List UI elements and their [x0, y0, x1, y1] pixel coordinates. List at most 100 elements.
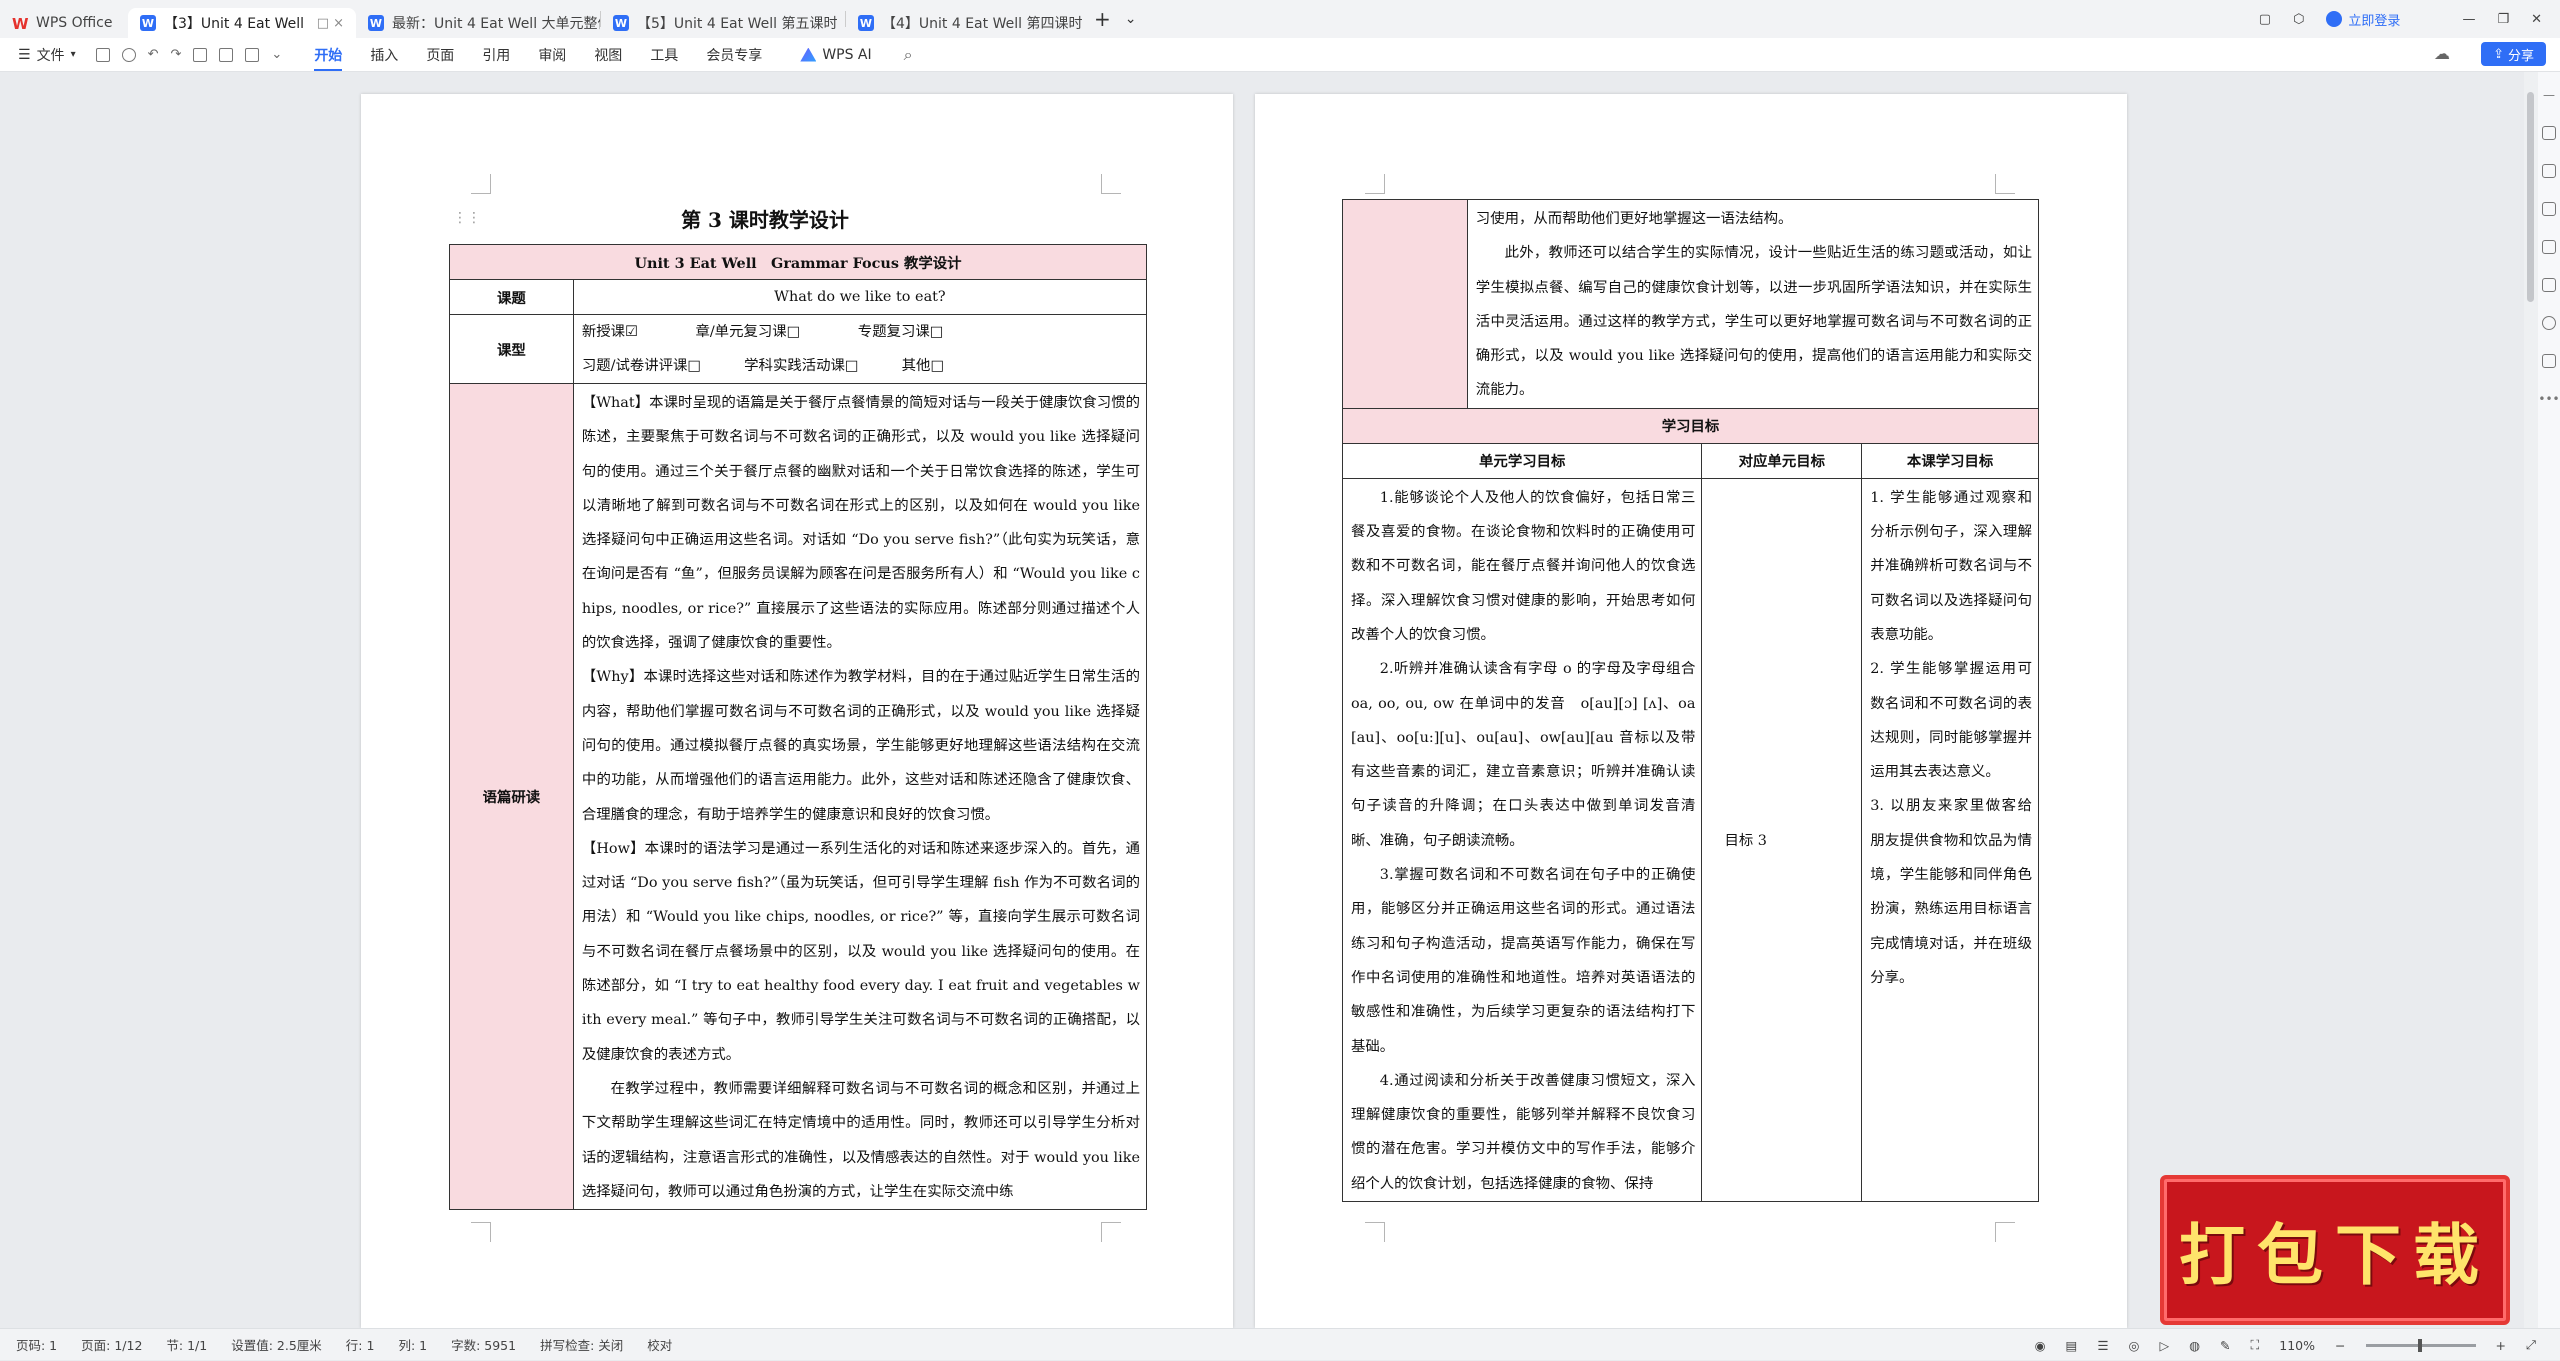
print-icon[interactable] [193, 47, 208, 62]
page-2[interactable]: 习使用，从而帮助他们更好地掌握这一语法结构。 此外，教师还可以结合学生的实际情况… [1255, 94, 2127, 1328]
status-page-code[interactable]: 页码: 1 [16, 1335, 57, 1354]
tab-doc-lesson5[interactable]: W 【5】Unit 4 Eat Well 第五课时（Sec [601, 8, 845, 38]
status-section[interactable]: 节: 1/1 [166, 1335, 207, 1354]
analysis-cont-2: 此外，教师还可以结合学生的实际情况，设计一些贴近生活的练习题或活动，如让学生模拟… [1475, 245, 2032, 399]
status-column[interactable]: 列: 1 [398, 1335, 427, 1354]
tab-tools[interactable]: 工具 [650, 45, 678, 65]
layout-icon[interactable]: ▢ [2259, 12, 2271, 27]
document-icon: W [368, 15, 384, 31]
status-proofread[interactable]: 校对 [647, 1335, 672, 1354]
scrollbar-thumb[interactable] [2527, 92, 2534, 302]
status-word-count[interactable]: 字数: 5951 [451, 1335, 516, 1354]
lesson-goal-2: 2. 学生能够掌握运用可数名词和不可数名词的表达规则，同时能够掌握并运用其去表达… [1870, 661, 2032, 781]
tools-icon[interactable] [2542, 278, 2556, 292]
fit-page-icon[interactable]: ⛶ [2251, 1337, 2260, 1353]
comment-icon[interactable] [2542, 240, 2556, 254]
zoom-out-icon[interactable]: − [2335, 1338, 2345, 1353]
share-button[interactable]: ⇪ 分享 [2481, 42, 2546, 66]
tab-review[interactable]: 审阅 [538, 45, 566, 65]
undo-icon[interactable]: ↶ [148, 47, 159, 62]
zoom-slider-knob[interactable] [2417, 1338, 2422, 1352]
tab-references[interactable]: 引用 [482, 45, 510, 65]
page-view-icon[interactable]: ▤ [2066, 1338, 2078, 1353]
text-analysis-continued: 习使用，从而帮助他们更好地掌握这一语法结构。 此外，教师还可以结合学生的实际情况… [1466, 199, 2040, 409]
find-icon[interactable] [121, 47, 136, 62]
title-bar: W WPS Office W 【3】Unit 4 Eat Well 第三课时 □… [0, 0, 2560, 38]
web-view-icon[interactable]: ◎ [2129, 1338, 2140, 1353]
redo-icon[interactable]: ↷ [171, 47, 182, 62]
select-arrow-icon[interactable] [2542, 164, 2556, 178]
col-unit-goals: 单元学习目标 [1341, 442, 1703, 479]
globe-icon[interactable]: ◍ [2189, 1338, 2200, 1353]
status-pages[interactable]: 页面: 1/12 [81, 1335, 142, 1354]
tab-doc-unit[interactable]: W 最新：Unit 4 Eat Well 大单元整体设 [356, 8, 600, 38]
pdf-icon[interactable] [219, 47, 234, 62]
eye-protection-icon[interactable]: ◉ [2035, 1338, 2046, 1353]
share-icon: ⇪ [2493, 46, 2504, 62]
margin-corner-mark [1101, 174, 1121, 194]
unit-goal-2: 2.听辨并准确认读含有字母 o 的字母及字母组合 oa, oo, ou, ow … [1351, 661, 1696, 849]
tab-home[interactable]: 开始 [314, 45, 343, 71]
more-chevron-icon[interactable]: ⌄ [271, 47, 282, 62]
window-controls: ▢ ⬡ 立即登录 — ❐ ✕ [2259, 0, 2560, 38]
pen-icon[interactable]: ✎ [2220, 1338, 2230, 1353]
tab-member[interactable]: 会员专享 [706, 45, 762, 65]
table-header: Unit 3 Eat Well Grammar Focus 教学设计 [449, 244, 1147, 280]
close-icon[interactable]: ✕ [2531, 12, 2542, 27]
collapse-icon[interactable]: — [2543, 88, 2555, 102]
fullscreen-icon[interactable]: ⤢ [2526, 1337, 2536, 1353]
tab-label: 最新：Unit 4 Eat Well 大单元整体设 [392, 16, 600, 32]
help-icon[interactable] [2542, 316, 2556, 330]
zoom-in-icon[interactable]: + [2496, 1338, 2506, 1353]
minimize-icon[interactable]: — [2462, 12, 2475, 27]
mapped-goal-value: 目标 3 [1724, 832, 1767, 849]
file-menu-button[interactable]: ☰ 文件 ▾ [18, 45, 76, 65]
tab-list-chevron-icon[interactable]: ⌄ [1125, 11, 1137, 27]
new-tab-button[interactable]: + [1094, 7, 1111, 31]
document-canvas[interactable]: ⋮⋮ 第 3 课时教学设计 Unit 3 Eat Well Grammar Fo… [0, 72, 2524, 1328]
document-title: 第 3 课时教学设计 [681, 208, 849, 232]
text-analysis-label-continued [1342, 199, 1468, 409]
box-icon[interactable]: ⬡ [2293, 12, 2304, 27]
status-setting[interactable]: 设置值: 2.5厘米 [231, 1335, 322, 1354]
page-1[interactable]: ⋮⋮ 第 3 课时教学设计 Unit 3 Eat Well Grammar Fo… [361, 94, 1233, 1328]
zoom-slider[interactable] [2365, 1338, 2476, 1352]
cloud-sync-icon[interactable]: ☁ [2434, 44, 2450, 63]
tab-label: 【5】Unit 4 Eat Well 第五课时（Sec [637, 16, 845, 32]
save-icon[interactable] [95, 47, 110, 62]
tab-doc-lesson3[interactable]: W 【3】Unit 4 Eat Well 第三课时 □ × [128, 8, 356, 38]
vertical-scrollbar[interactable] [2524, 72, 2538, 1328]
tab-wps-home[interactable]: W WPS Office [0, 8, 128, 38]
outline-view-icon[interactable]: ☰ [2097, 1338, 2108, 1353]
tab-doc-lesson4[interactable]: W 【4】Unit 4 Eat Well 第四课时（Sec [846, 8, 1084, 38]
wps-ai-button[interactable]: WPS AI [800, 47, 872, 63]
login-button[interactable]: 立即登录 [2326, 10, 2400, 29]
unit-goals-content: 1.能够谈论个人及他人的饮食偏好，包括日常三餐及喜爱的食物。在谈论食物和饮料时的… [1341, 477, 1703, 1203]
mapped-goal-cell: 目标 3 [1701, 477, 1863, 1203]
download-promo-banner[interactable]: 打包下载 [2160, 1175, 2510, 1325]
play-icon[interactable]: ▷ [2159, 1338, 2169, 1353]
margin-corner-mark [471, 174, 491, 194]
right-tool-rail: — ••• [2538, 72, 2560, 1328]
lesson-type-label: 课型 [449, 314, 574, 384]
document-check-icon[interactable] [2542, 354, 2556, 368]
edit-pen-icon[interactable] [2542, 126, 2556, 140]
unit-goal-1: 1.能够谈论个人及他人的饮食偏好，包括日常三餐及喜爱的食物。在谈论食物和饮料时的… [1351, 489, 1696, 643]
format-painter-icon[interactable] [245, 47, 260, 62]
tab-close-icon[interactable]: □ × [317, 16, 344, 31]
tab-insert[interactable]: 插入 [370, 45, 398, 65]
adjust-icon[interactable] [2542, 202, 2556, 216]
status-spell-check[interactable]: 拼写检查: 关闭 [540, 1335, 623, 1354]
tab-label: WPS Office [36, 15, 113, 31]
tab-view[interactable]: 视图 [594, 45, 622, 65]
lesson-type-line-1[interactable]: 新授课☑ 章/单元复习课□ 专题复习课□ [582, 315, 1140, 349]
tab-page[interactable]: 页面 [426, 45, 454, 65]
more-icon[interactable]: ••• [2538, 392, 2559, 406]
lesson-design-table: Unit 3 Eat Well Grammar Focus 教学设计 课题 Wh… [449, 244, 1148, 1211]
zoom-level[interactable]: 110% [2279, 1338, 2315, 1353]
search-icon[interactable]: ⌕ [904, 45, 913, 65]
ribbon-toolbar: ☰ 文件 ▾ ↶ ↷ ⌄ 开始 插入 页面 引用 审阅 视图 工具 会员专享 W… [0, 38, 2560, 72]
status-row[interactable]: 行: 1 [346, 1335, 375, 1354]
restore-icon[interactable]: ❐ [2497, 12, 2509, 27]
lesson-type-line-2[interactable]: 习题/试卷讲评课□ 学科实践活动课□ 其他□ [582, 349, 1140, 383]
